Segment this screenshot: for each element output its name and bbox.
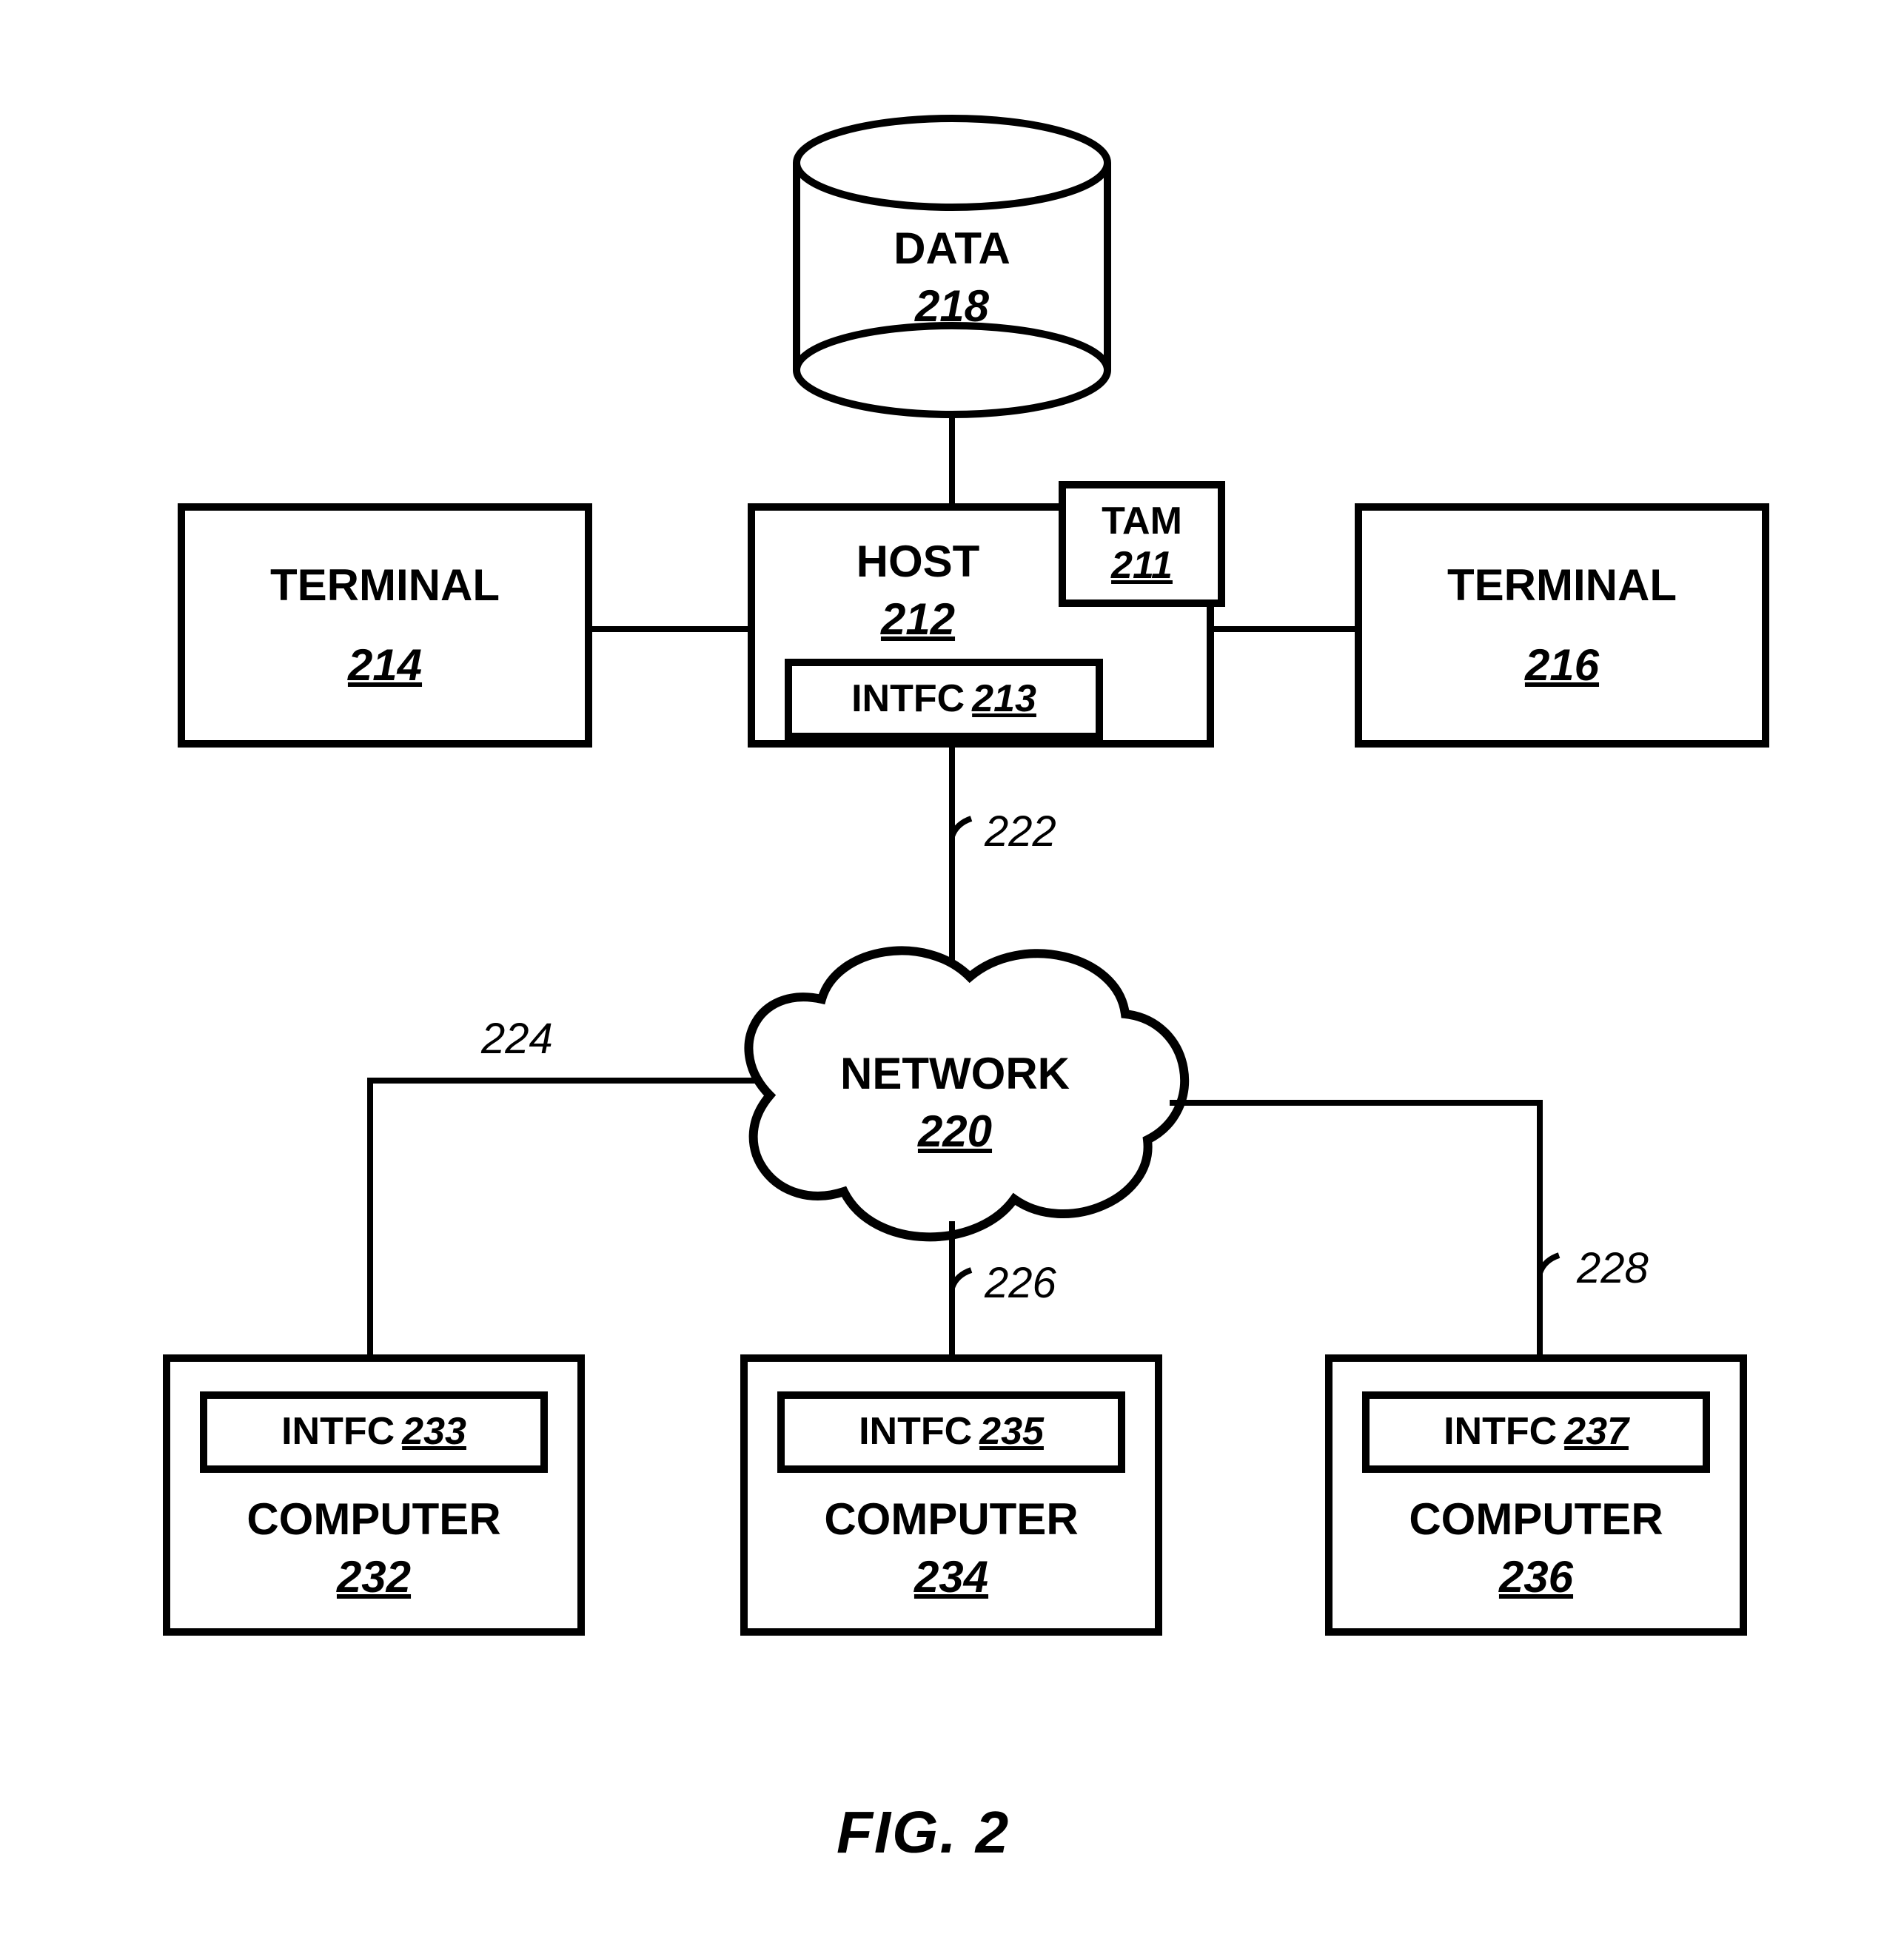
- computer-mid-ref: 234: [914, 1548, 988, 1606]
- computer-right-label: COMPUTER: [1409, 1491, 1663, 1548]
- data-label: DATA: [894, 220, 1010, 278]
- data-ref: 218: [915, 278, 989, 335]
- computer-left-ref: 232: [337, 1548, 411, 1606]
- terminal-left-node: TERMINAL 214: [178, 503, 592, 748]
- network-node: NETWORK 220: [785, 1021, 1125, 1184]
- host-intfc-label: INTFC: [851, 677, 965, 722]
- link-224-label: 224: [481, 1014, 553, 1064]
- intfc-left-label: INTFC: [281, 1410, 395, 1454]
- link-222-label: 222: [985, 807, 1056, 856]
- terminal-right-ref: 216: [1525, 637, 1599, 694]
- network-label: NETWORK: [840, 1045, 1070, 1103]
- terminal-left-label: TERMINAL: [270, 557, 500, 614]
- host-ref: 212: [800, 591, 1036, 648]
- computer-right-ref: 236: [1499, 1548, 1573, 1606]
- intfc-right-ref: 237: [1564, 1410, 1629, 1454]
- link-228-label: 228: [1577, 1243, 1649, 1293]
- intfc-left-ref: 233: [402, 1410, 466, 1454]
- intfc-right-node: INTFC 237: [1362, 1391, 1710, 1473]
- computer-mid-label: COMPUTER: [824, 1491, 1078, 1548]
- diagram-canvas: DATA 218 HOST 212 TAM 211 INTFC 213 TERM…: [0, 0, 1904, 1948]
- terminal-right-node: TERMINAL 216: [1355, 503, 1769, 748]
- computer-left-label: COMPUTER: [247, 1491, 500, 1548]
- terminal-right-label: TERMINAL: [1447, 557, 1677, 614]
- host-intfc-node: INTFC 213: [785, 659, 1103, 740]
- link-226-label: 226: [985, 1258, 1056, 1308]
- network-ref: 220: [918, 1103, 992, 1161]
- intfc-right-label: INTFC: [1444, 1410, 1557, 1454]
- intfc-mid-label: INTFC: [859, 1410, 972, 1454]
- host-label: HOST: [800, 533, 1036, 591]
- tam-node: TAM 211: [1059, 481, 1225, 607]
- tam-label: TAM: [1102, 500, 1182, 544]
- figure-caption: FIG. 2: [837, 1798, 1010, 1867]
- data-node: DATA 218: [797, 192, 1107, 363]
- tam-ref: 211: [1111, 544, 1173, 588]
- terminal-left-ref: 214: [348, 637, 422, 694]
- host-intfc-ref: 213: [972, 677, 1036, 722]
- intfc-mid-node: INTFC 235: [777, 1391, 1125, 1473]
- intfc-left-node: INTFC 233: [200, 1391, 548, 1473]
- intfc-mid-ref: 235: [979, 1410, 1044, 1454]
